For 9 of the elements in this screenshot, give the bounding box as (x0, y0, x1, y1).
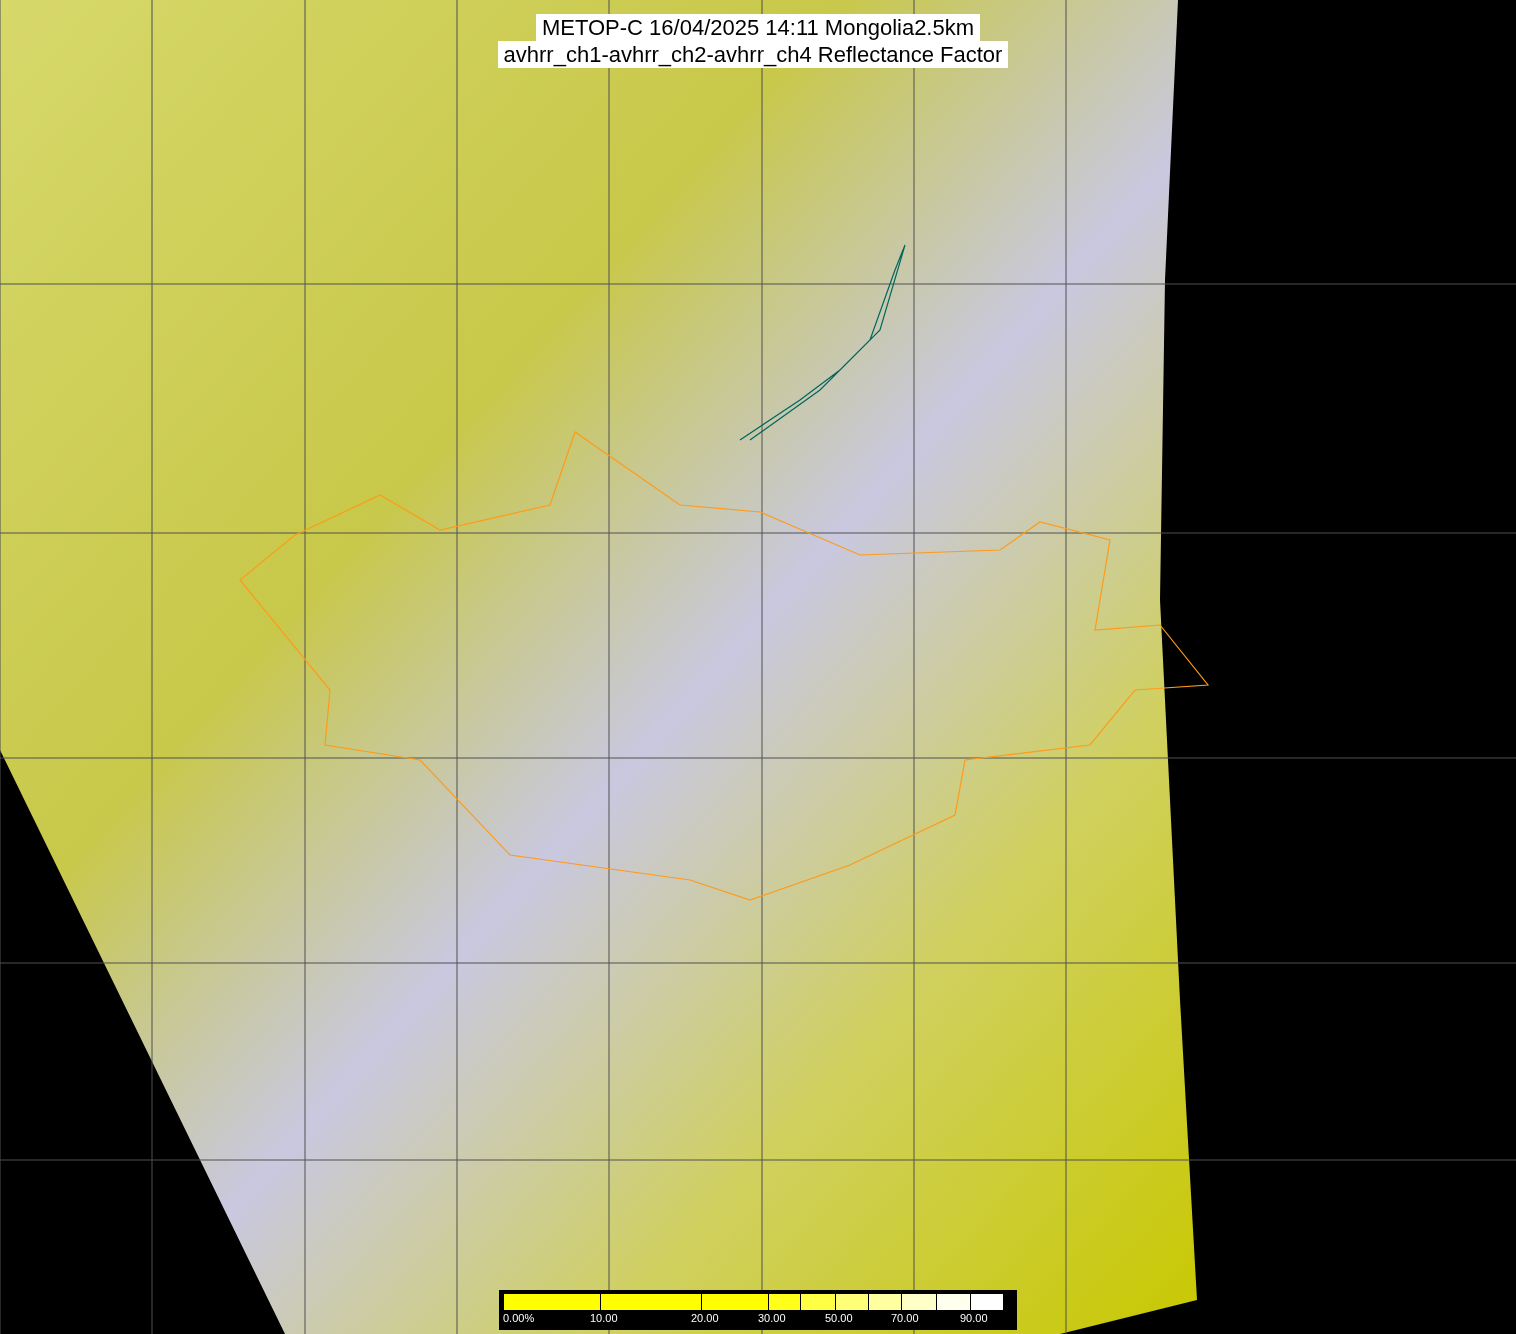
scale-label: 90.00 (960, 1312, 988, 1325)
map-title: METOP-C 16/04/2025 14:11 Mongolia2.5km (535, 14, 981, 41)
scale-label: 70.00 (891, 1312, 919, 1325)
scale-label: 20.00 (691, 1312, 719, 1325)
scale-label: 50.00 (825, 1312, 853, 1325)
scale-label: 30.00 (758, 1312, 786, 1325)
scale-label: 10.00 (590, 1312, 618, 1325)
map-title: avhrr_ch1-avhrr_ch2-avhrr_ch4 Reflectance Factor (497, 41, 1009, 68)
scale-label: 0.00% (503, 1312, 535, 1325)
